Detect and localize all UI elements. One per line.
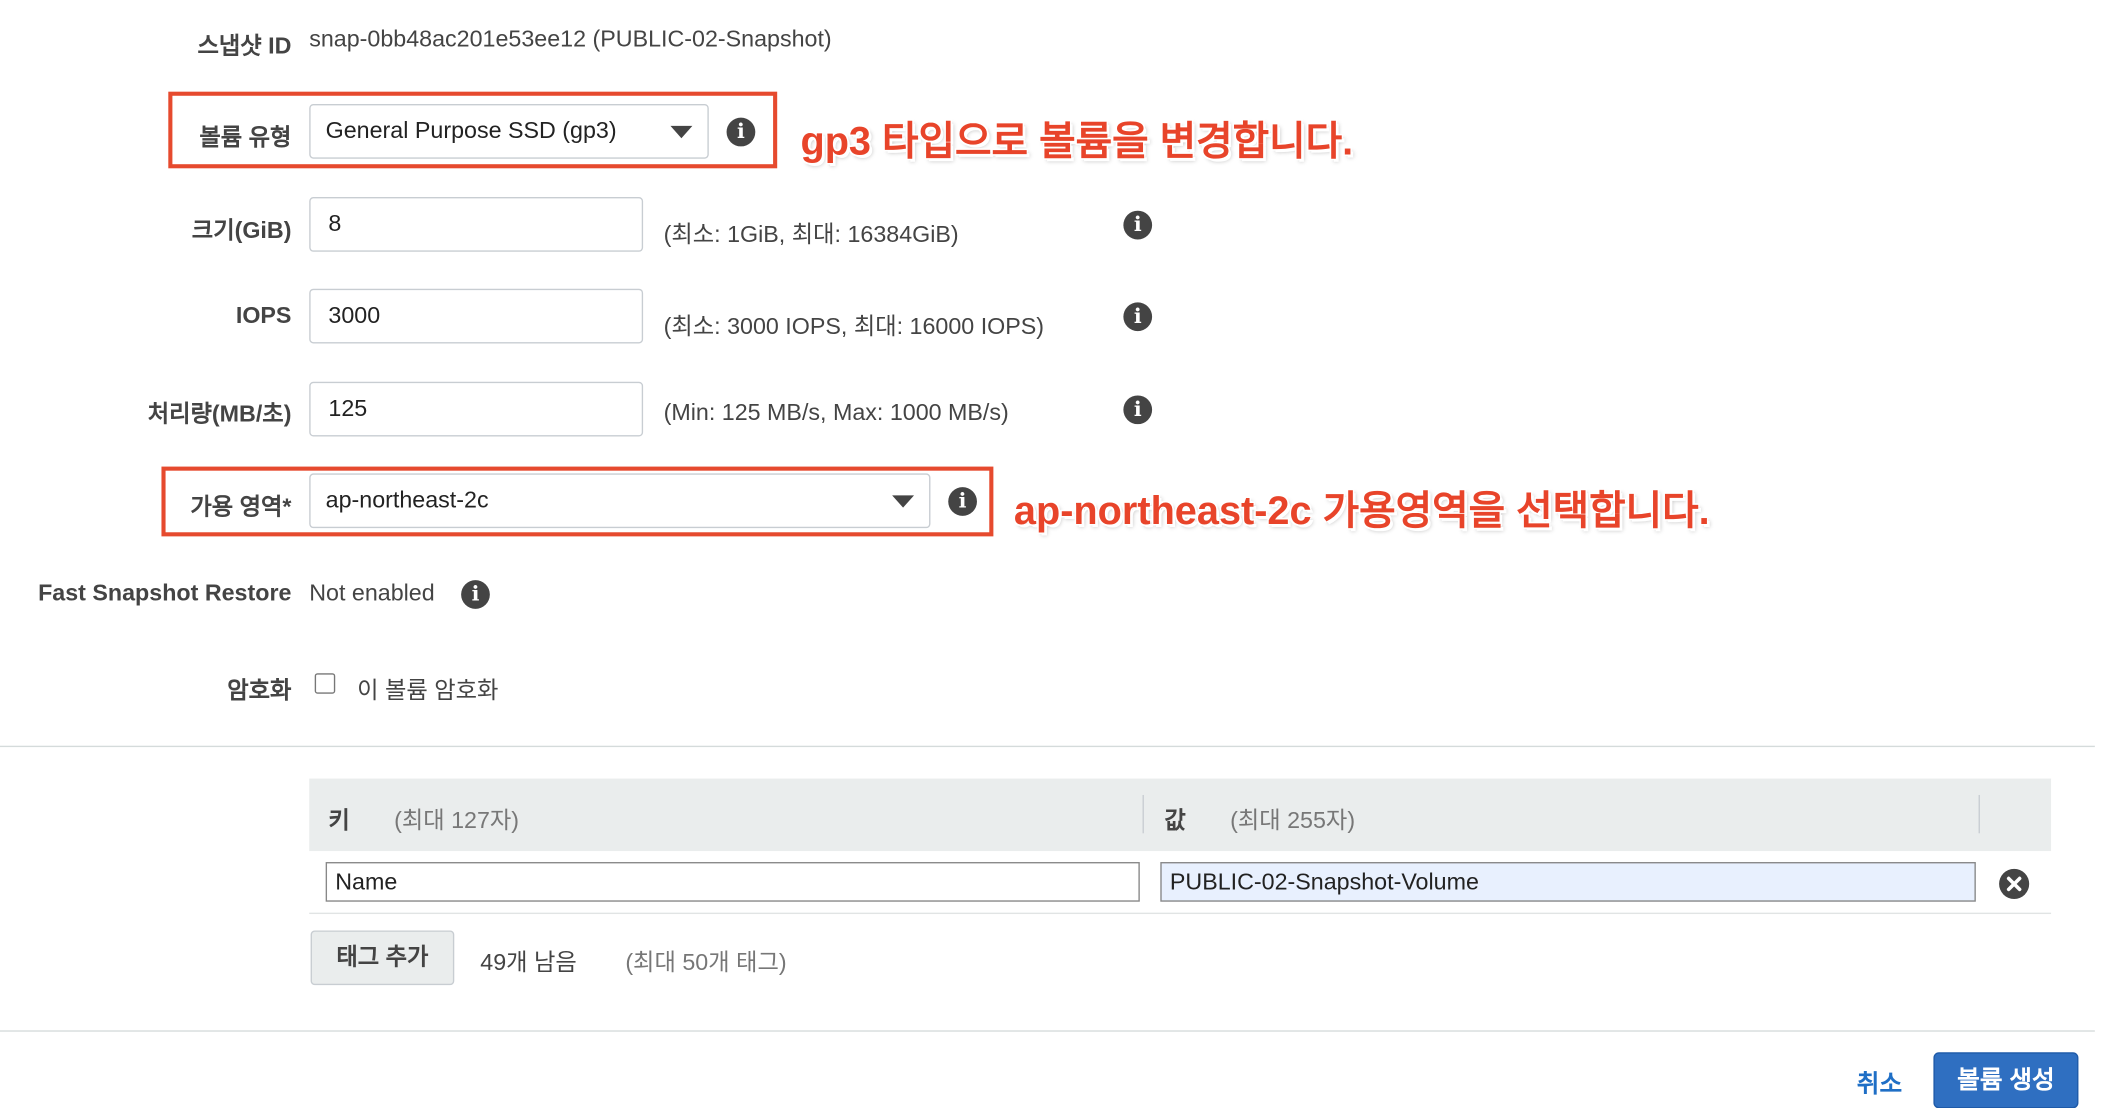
tag-value-input[interactable]: PUBLIC-02-Snapshot-Volume (1160, 862, 1976, 902)
size-label: 크기(GiB) (191, 217, 292, 244)
throughput-hint: (Min: 125 MB/s, Max: 1000 MB/s) (663, 399, 1009, 426)
info-icon[interactable]: i (1123, 395, 1153, 425)
availability-zone-annotation: ap-northeast-2c 가용영역을 선택합니다. (1013, 489, 1710, 534)
availability-zone-select[interactable]: ap-northeast-2c (309, 473, 931, 529)
tag-key-hint: (최대 127자) (394, 807, 520, 834)
tag-value-hint: (최대 255자) (1230, 807, 1356, 834)
row-divider (309, 912, 2052, 915)
volume-type-annotation: gp3 타입으로 볼륨을 변경합니다. (800, 120, 1354, 165)
create-volume-form: 스냅샷 ID snap-0bb48ac201e53ee12 (PUBLIC-02… (0, 0, 2114, 1108)
tags-max-hint: (최대 50개 태그) (625, 949, 787, 976)
tag-key-input[interactable]: Name (325, 862, 1140, 902)
add-tag-button[interactable]: 태그 추가 (310, 930, 455, 986)
volume-type-label: 볼륨 유형 (199, 124, 292, 151)
caret-down-icon (892, 495, 915, 508)
size-hint: (최소: 1GiB, 최대: 16384GiB) (663, 221, 959, 248)
availability-zone-label: 가용 영역* (190, 493, 292, 520)
tags-remaining-count: 49개 남음 (480, 949, 577, 976)
tag-key-header: 키 (328, 807, 350, 834)
info-icon[interactable]: i (461, 580, 490, 609)
iops-input[interactable]: 3000 (309, 288, 644, 344)
caret-down-icon (670, 125, 693, 139)
footer-divider (0, 1030, 2095, 1032)
info-icon[interactable]: i (726, 117, 756, 147)
info-icon[interactable]: i (1123, 210, 1153, 240)
size-input[interactable]: 8 (309, 197, 644, 252)
info-icon[interactable]: i (1123, 302, 1153, 332)
fast-snapshot-restore-value: Not enabled (309, 580, 435, 607)
remove-circle-icon[interactable] (1999, 868, 2030, 899)
column-divider (1978, 794, 1980, 834)
fast-snapshot-restore-label: Fast Snapshot Restore (38, 580, 292, 607)
create-volume-button[interactable]: 볼륨 생성 (1933, 1052, 2079, 1108)
volume-type-select[interactable]: General Purpose SSD (gp3) (309, 103, 709, 159)
encryption-label: 암호화 (227, 677, 292, 704)
cancel-button[interactable]: 취소 (1857, 1065, 1902, 1101)
availability-zone-selected-value: ap-northeast-2c (325, 487, 489, 514)
iops-hint: (최소: 3000 IOPS, 최대: 16000 IOPS) (663, 313, 1045, 340)
throughput-label: 처리량(MB/초) (147, 400, 292, 427)
tags-table-header: 키 (최대 127자) 값 (최대 255자) (309, 778, 2052, 852)
column-divider (1142, 794, 1144, 834)
snapshot-id-value: snap-0bb48ac201e53ee12 (PUBLIC-02-Snapsh… (309, 25, 832, 52)
volume-type-selected-value: General Purpose SSD (gp3) (325, 117, 617, 144)
section-divider (0, 745, 2095, 748)
iops-label: IOPS (235, 302, 292, 329)
snapshot-id-label: 스냅샷 ID (197, 32, 292, 59)
encrypt-volume-checkbox[interactable] (314, 673, 336, 694)
encrypt-volume-checkbox-label: 이 볼륨 암호화 (357, 677, 499, 704)
info-icon[interactable]: i (948, 487, 977, 516)
tag-value-header: 값 (1164, 807, 1186, 834)
throughput-input[interactable]: 125 (309, 381, 644, 437)
